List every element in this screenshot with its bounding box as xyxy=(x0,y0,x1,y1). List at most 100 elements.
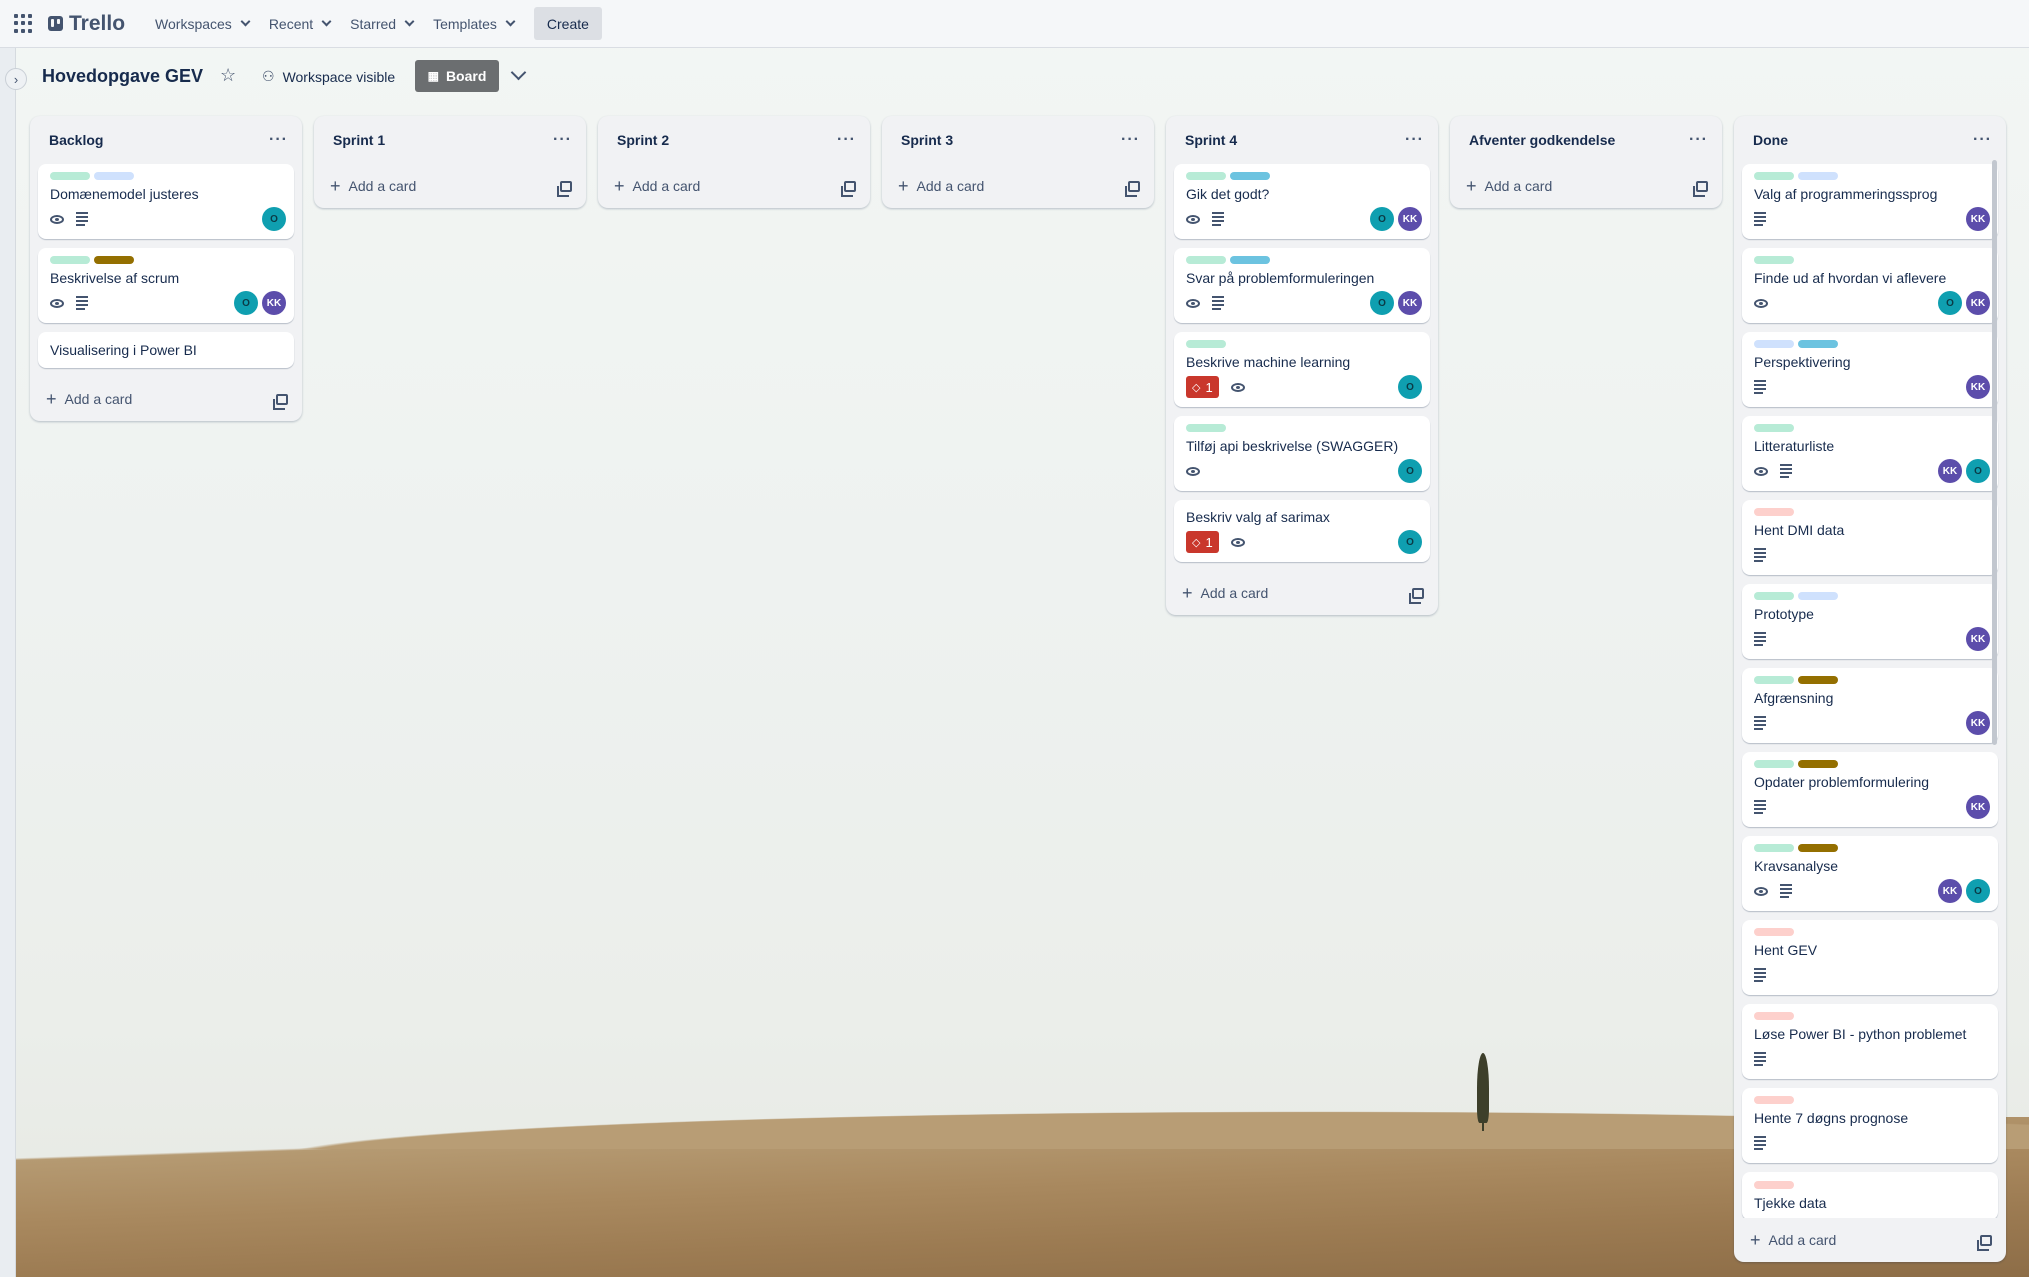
avatar[interactable]: O xyxy=(1370,207,1394,231)
label-pink[interactable] xyxy=(1754,928,1794,936)
nav-templates[interactable]: Templates xyxy=(423,7,524,41)
label-lightblue[interactable] xyxy=(94,172,134,180)
avatar[interactable]: KK xyxy=(1966,375,1990,399)
board-view-button[interactable]: ▦ Board xyxy=(415,60,499,92)
label-blue[interactable] xyxy=(1230,256,1270,264)
nav-workspaces[interactable]: Workspaces xyxy=(145,7,259,41)
card[interactable]: Gik det godt? O KK xyxy=(1174,164,1430,239)
avatar[interactable]: KK xyxy=(1398,207,1422,231)
card[interactable]: Hent DMI data xyxy=(1742,500,1998,575)
list-menu-icon[interactable]: ··· xyxy=(269,131,288,149)
label-green[interactable] xyxy=(50,172,90,180)
list-header[interactable]: Sprint 4 ··· xyxy=(1166,116,1438,164)
create-from-template-icon[interactable] xyxy=(273,393,288,410)
avatar[interactable]: KK xyxy=(1966,291,1990,315)
label-olive[interactable] xyxy=(1798,760,1838,768)
add-card-button[interactable]: + Add a card xyxy=(1750,1230,1836,1251)
card[interactable]: Litteraturliste KK O xyxy=(1742,416,1998,491)
add-card-button[interactable]: + Add a card xyxy=(898,176,984,197)
label-green[interactable] xyxy=(1754,256,1794,264)
avatar[interactable]: KK xyxy=(1966,711,1990,735)
avatar[interactable]: KK xyxy=(1966,627,1990,651)
avatar[interactable]: O xyxy=(1398,459,1422,483)
card[interactable]: Afgrænsning KK xyxy=(1742,668,1998,743)
label-green[interactable] xyxy=(1754,844,1794,852)
avatar[interactable]: O xyxy=(1938,291,1962,315)
label-green[interactable] xyxy=(50,256,90,264)
label-green[interactable] xyxy=(1186,340,1226,348)
avatar[interactable]: KK xyxy=(1398,291,1422,315)
label-green[interactable] xyxy=(1186,256,1226,264)
list-header[interactable]: Sprint 2 ··· xyxy=(598,116,870,164)
card[interactable]: Kravsanalyse KK O xyxy=(1742,836,1998,911)
list-title[interactable]: Sprint 4 xyxy=(1185,132,1237,148)
label-olive[interactable] xyxy=(1798,676,1838,684)
list-menu-icon[interactable]: ··· xyxy=(837,131,856,149)
list-header[interactable]: Sprint 1 ··· xyxy=(314,116,586,164)
list-header[interactable]: Afventer godkendelse ··· xyxy=(1450,116,1722,164)
visibility-button[interactable]: ⚇ Workspace visible xyxy=(262,68,395,85)
label-blue[interactable] xyxy=(1230,172,1270,180)
list-menu-icon[interactable]: ··· xyxy=(1405,131,1424,149)
label-green[interactable] xyxy=(1754,592,1794,600)
list-title[interactable]: Sprint 3 xyxy=(901,132,953,148)
label-blue[interactable] xyxy=(1798,340,1838,348)
card[interactable]: Valg af programmeringssprog KK xyxy=(1742,164,1998,239)
list-menu-icon[interactable]: ··· xyxy=(1973,131,1992,149)
label-green[interactable] xyxy=(1754,760,1794,768)
add-card-button[interactable]: + Add a card xyxy=(46,389,132,410)
label-pink[interactable] xyxy=(1754,1181,1794,1189)
label-pink[interactable] xyxy=(1754,508,1794,516)
list-title[interactable]: Afventer godkendelse xyxy=(1469,132,1615,148)
card[interactable]: Beskrivelse af scrum O KK xyxy=(38,248,294,323)
avatar[interactable]: O xyxy=(1398,375,1422,399)
card[interactable]: Opdater problemformulering KK xyxy=(1742,752,1998,827)
list-header[interactable]: Done ··· xyxy=(1734,116,2006,164)
card[interactable]: Finde ud af hvordan vi aflevere O KK xyxy=(1742,248,1998,323)
label-lightblue[interactable] xyxy=(1798,172,1838,180)
nav-recent[interactable]: Recent xyxy=(259,7,340,41)
create-from-template-icon[interactable] xyxy=(1693,180,1708,197)
create-from-template-icon[interactable] xyxy=(1125,180,1140,197)
label-olive[interactable] xyxy=(1798,844,1838,852)
label-pink[interactable] xyxy=(1754,1096,1794,1104)
create-from-template-icon[interactable] xyxy=(1409,587,1424,604)
list-menu-icon[interactable]: ··· xyxy=(1689,131,1708,149)
expand-sidebar-button[interactable]: › xyxy=(5,68,27,90)
avatar[interactable]: O xyxy=(1966,879,1990,903)
avatar[interactable]: KK xyxy=(262,291,286,315)
list-title[interactable]: Done xyxy=(1753,132,1788,148)
label-green[interactable] xyxy=(1754,676,1794,684)
create-from-template-icon[interactable] xyxy=(557,180,572,197)
avatar[interactable]: O xyxy=(1398,530,1422,554)
add-card-button[interactable]: + Add a card xyxy=(614,176,700,197)
avatar[interactable]: O xyxy=(234,291,258,315)
app-switcher-icon[interactable] xyxy=(14,13,34,34)
label-green[interactable] xyxy=(1754,172,1794,180)
avatar[interactable]: KK xyxy=(1938,879,1962,903)
add-card-button[interactable]: + Add a card xyxy=(330,176,416,197)
star-icon[interactable]: ☆ xyxy=(220,65,236,86)
card[interactable]: Svar på problemformuleringen O KK xyxy=(1174,248,1430,323)
card[interactable]: Domænemodel justeres O xyxy=(38,164,294,239)
views-chevron-down-icon[interactable] xyxy=(510,64,527,81)
label-lightblue[interactable] xyxy=(1754,340,1794,348)
label-green[interactable] xyxy=(1186,172,1226,180)
card[interactable]: Beskrive machine learning ◇ 1 O xyxy=(1174,332,1430,407)
card[interactable]: Prototype KK xyxy=(1742,584,1998,659)
list-title[interactable]: Backlog xyxy=(49,132,103,148)
nav-starred[interactable]: Starred xyxy=(340,7,423,41)
list-header[interactable]: Backlog ··· xyxy=(30,116,302,164)
label-lightblue[interactable] xyxy=(1798,592,1838,600)
list-title[interactable]: Sprint 1 xyxy=(333,132,385,148)
card[interactable]: Tjekke data xyxy=(1742,1172,1998,1218)
list-title[interactable]: Sprint 2 xyxy=(617,132,669,148)
avatar[interactable]: KK xyxy=(1966,795,1990,819)
add-card-button[interactable]: + Add a card xyxy=(1182,583,1268,604)
done-list-scrollbar[interactable] xyxy=(1992,160,1997,745)
card[interactable]: Hente 7 døgns prognose xyxy=(1742,1088,1998,1163)
card[interactable]: Løse Power BI - python problemet xyxy=(1742,1004,1998,1079)
label-green[interactable] xyxy=(1186,424,1226,432)
list-menu-icon[interactable]: ··· xyxy=(553,131,572,149)
card[interactable]: Hent GEV xyxy=(1742,920,1998,995)
